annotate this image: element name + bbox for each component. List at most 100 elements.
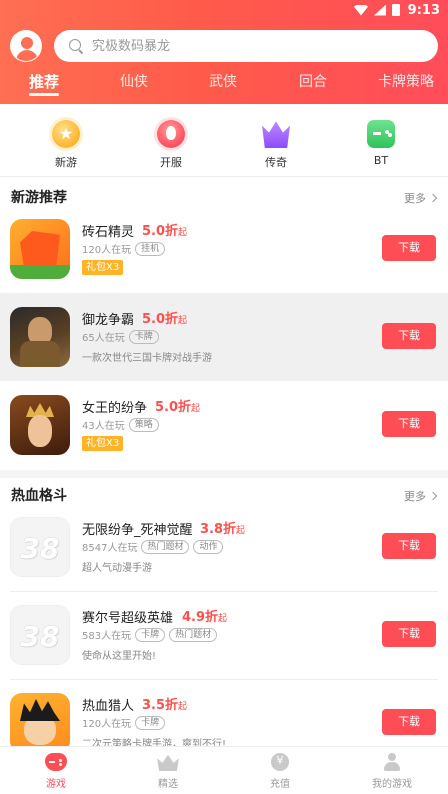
nav-featured[interactable]: 精选 bbox=[112, 747, 224, 794]
players-count: 43人在玩 bbox=[82, 421, 125, 432]
nav-recharge[interactable]: 充值 bbox=[224, 747, 336, 794]
download-button[interactable]: 下载 bbox=[382, 709, 436, 735]
download-button[interactable]: 下载 bbox=[382, 411, 436, 437]
status-time: 9:13 bbox=[407, 3, 440, 18]
game-thumbnail bbox=[10, 219, 70, 279]
game-thumbnail: 38 bbox=[10, 517, 70, 577]
discount-value: 3.8折 bbox=[200, 522, 237, 537]
nav-label: 游戏 bbox=[46, 779, 66, 790]
game-description: 超人气动漫手游 bbox=[82, 563, 152, 574]
discount-value: 3.5折 bbox=[142, 698, 179, 713]
players-count: 120人在玩 bbox=[82, 245, 132, 256]
game-name: 女王的纷争 bbox=[82, 401, 148, 416]
category-server-open[interactable]: 开服 bbox=[141, 120, 201, 170]
quick-categories: 新游 开服 传奇 BT bbox=[0, 110, 448, 176]
chevron-right-icon bbox=[428, 193, 438, 203]
discount-suffix: 起 bbox=[191, 404, 201, 414]
game-meta: 120人在玩 卡牌 bbox=[82, 715, 166, 730]
download-button[interactable]: 下载 bbox=[382, 533, 436, 559]
crown-icon bbox=[157, 754, 179, 771]
wifi-icon bbox=[354, 4, 368, 16]
download-button[interactable]: 下载 bbox=[382, 621, 436, 647]
game-tag: 挂机 bbox=[135, 241, 166, 256]
download-button[interactable]: 下载 bbox=[382, 235, 436, 261]
more-link-new[interactable]: 更多 bbox=[404, 190, 438, 206]
avatar[interactable] bbox=[10, 30, 42, 62]
game-meta: 120人在玩 挂机 bbox=[82, 241, 166, 256]
tab-recommend[interactable]: 推荐 bbox=[14, 70, 74, 96]
game-tag: 卡牌 bbox=[135, 627, 166, 642]
game-tag: 卡牌 bbox=[128, 329, 159, 344]
search-bar[interactable] bbox=[54, 30, 438, 62]
players-count: 120人在玩 bbox=[82, 719, 132, 730]
game-item[interactable]: 砖石精灵 5.0折起 120人在玩 挂机 礼包X3 下载 bbox=[0, 205, 448, 293]
game-item[interactable]: 38 无限纷争_死神觉醒 3.8折起 8547人在玩 热门题材 动作 超人气动漫… bbox=[0, 503, 448, 591]
game-meta: 65人在玩 卡牌 bbox=[82, 329, 159, 344]
search-icon bbox=[68, 38, 84, 54]
game-item[interactable]: 女王的纷争 5.0折起 43人在玩 策略 礼包X3 下载 bbox=[0, 381, 448, 469]
game-discount: 4.9折起 bbox=[182, 606, 227, 625]
signal-icon bbox=[374, 4, 386, 16]
crown-icon bbox=[262, 121, 290, 148]
game-description: 使命从这里开始! bbox=[82, 651, 157, 662]
tab-xianxia[interactable]: 仙侠 bbox=[104, 70, 164, 94]
game-tag: 卡牌 bbox=[135, 715, 166, 730]
tab-wuxia[interactable]: 武侠 bbox=[193, 70, 253, 94]
more-label: 更多 bbox=[404, 192, 426, 205]
section-gap bbox=[0, 470, 448, 478]
players-count: 8547人在玩 bbox=[82, 543, 138, 554]
game-name: 热血猎人 bbox=[82, 699, 135, 714]
game-name: 无限纷争_死神觉醒 bbox=[82, 523, 193, 538]
game-thumbnail bbox=[10, 693, 70, 753]
nav-label: 我的游戏 bbox=[372, 779, 412, 790]
section-title-hot: 热血格斗 bbox=[11, 488, 67, 504]
search-input[interactable] bbox=[92, 38, 412, 54]
category-label: BT bbox=[373, 154, 389, 167]
category-tabs: 推荐 仙侠 武侠 回合 卡牌策略 bbox=[0, 70, 448, 98]
category-bt[interactable]: BT bbox=[351, 120, 411, 167]
tab-turn-based[interactable]: 回合 bbox=[283, 70, 343, 94]
game-tag: 热门题材 bbox=[141, 539, 190, 554]
game-name: 赛尔号超级英雄 bbox=[82, 611, 174, 626]
more-label: 更多 bbox=[404, 490, 426, 503]
category-new-games[interactable]: 新游 bbox=[36, 120, 96, 170]
nav-label: 精选 bbox=[158, 779, 178, 790]
game-discount: 3.5折起 bbox=[142, 694, 187, 713]
section-title-new: 新游推荐 bbox=[11, 190, 67, 206]
game-item[interactable]: 38 赛尔号超级英雄 4.9折起 583人在玩 卡牌 热门题材 使命从这里开始!… bbox=[0, 591, 448, 679]
game-thumbnail bbox=[10, 395, 70, 455]
game-thumbnail bbox=[10, 307, 70, 367]
discount-value: 5.0折 bbox=[155, 400, 192, 415]
nav-my-games[interactable]: 我的游戏 bbox=[336, 747, 448, 794]
status-icons bbox=[354, 4, 400, 16]
discount-value: 5.0折 bbox=[142, 312, 179, 327]
category-label: 新游 bbox=[55, 156, 77, 169]
discount-suffix: 起 bbox=[218, 614, 228, 624]
more-link-hot[interactable]: 更多 bbox=[404, 488, 438, 504]
discount-suffix: 起 bbox=[178, 702, 188, 712]
header: 9:13 推荐 仙侠 武侠 回合 卡牌策略 bbox=[0, 0, 448, 104]
flame-icon bbox=[157, 120, 185, 148]
category-label: 开服 bbox=[160, 156, 182, 169]
game-discount: 5.0折起 bbox=[155, 396, 200, 415]
game-meta: 583人在玩 卡牌 热门题材 bbox=[82, 627, 218, 642]
game-tag: 策略 bbox=[128, 417, 159, 432]
category-label: 传奇 bbox=[265, 156, 287, 169]
game-item[interactable]: 御龙争霸 5.0折起 65人在玩 卡牌 一款次世代三国卡牌对战手游 下载 bbox=[0, 293, 448, 381]
game-discount: 5.0折起 bbox=[142, 220, 187, 239]
game-tag: 热门题材 bbox=[169, 627, 218, 642]
app-root: 9:13 推荐 仙侠 武侠 回合 卡牌策略 新游 开服 传奇 bbox=[0, 0, 448, 794]
game-meta: 43人在玩 策略 bbox=[82, 417, 159, 432]
category-legend[interactable]: 传奇 bbox=[246, 120, 306, 170]
money-bag-icon bbox=[271, 753, 289, 771]
game-thumbnail: 38 bbox=[10, 605, 70, 665]
players-count: 583人在玩 bbox=[82, 631, 132, 642]
download-button[interactable]: 下载 bbox=[382, 323, 436, 349]
star-medal-icon bbox=[52, 120, 80, 148]
game-name: 御龙争霸 bbox=[82, 313, 135, 328]
nav-games[interactable]: 游戏 bbox=[0, 747, 112, 794]
game-discount: 5.0折起 bbox=[142, 308, 187, 327]
tab-card-strategy[interactable]: 卡牌策略 bbox=[368, 70, 444, 94]
divider bbox=[0, 176, 448, 177]
discount-suffix: 起 bbox=[178, 228, 188, 238]
